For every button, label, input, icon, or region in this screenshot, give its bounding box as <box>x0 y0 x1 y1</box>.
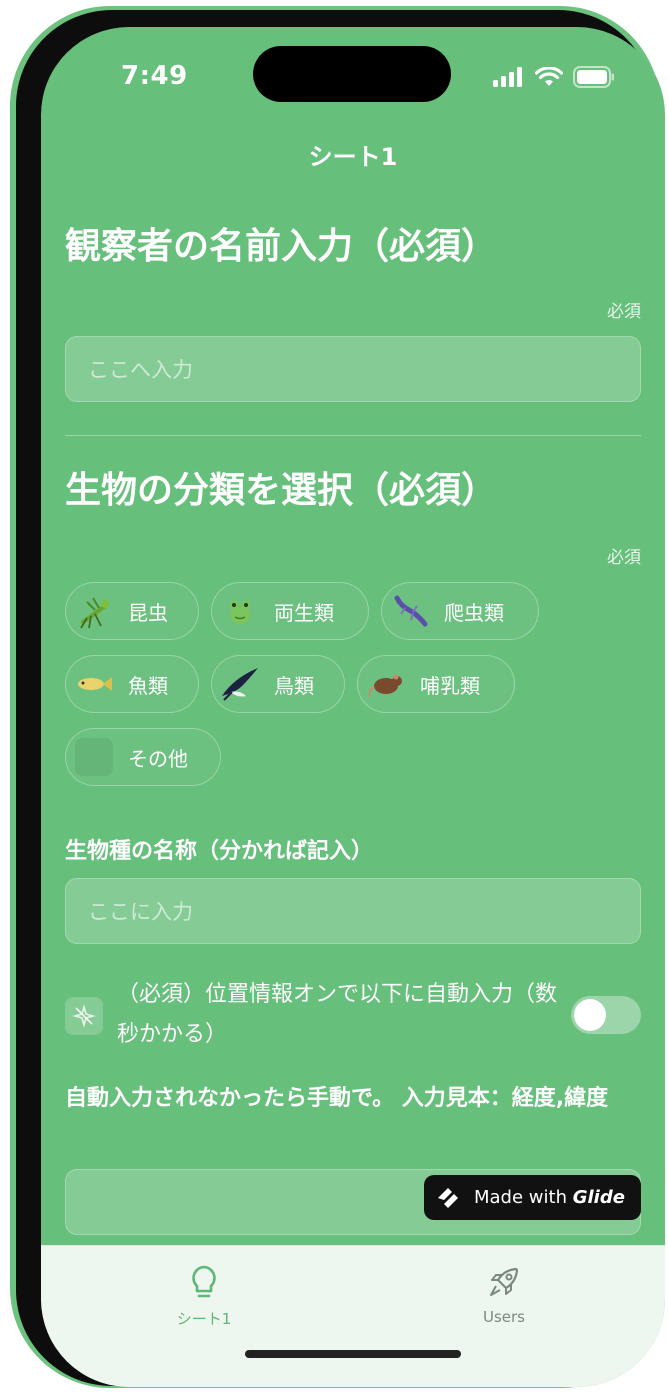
chip-label: 魚類 <box>128 673 168 698</box>
observer-required-label: 必須 <box>607 302 641 322</box>
dynamic-island <box>253 46 451 102</box>
tab-sheet1[interactable]: シート1 <box>129 1264 279 1329</box>
section-divider <box>65 435 641 436</box>
species-label: 生物種の名称（分かれば記入） <box>65 839 374 864</box>
glide-logo-icon <box>438 1187 458 1208</box>
status-icons <box>493 65 615 89</box>
frog-icon <box>220 591 260 631</box>
tab-label: シート1 <box>176 1310 232 1328</box>
category-required-label: 必須 <box>607 548 641 568</box>
chip-label: 爬虫類 <box>444 600 504 625</box>
category-chip-bird[interactable]: 鳥類 <box>211 655 345 713</box>
species-name-placeholder: ここに入力 <box>88 900 193 924</box>
chip-label: その他 <box>128 746 188 771</box>
location-off-icon <box>65 997 103 1035</box>
made-with-glide-badge[interactable]: Made with Glide <box>424 1175 641 1220</box>
category-heading: 生物の分類を選択（必須） <box>65 470 498 511</box>
tab-users[interactable]: Users <box>429 1264 579 1326</box>
rat-icon <box>366 664 406 704</box>
lightbulb-icon <box>192 1265 216 1298</box>
home-indicator <box>245 1350 461 1358</box>
swallow-icon <box>220 664 260 704</box>
chip-label: 両生類 <box>274 600 334 625</box>
location-toggle-label: （必須）位置情報オンで以下に自動入力（数秒かかる） <box>117 982 558 1047</box>
app-screen: 7:49 シート1 観察者の名前入力（必須） 必須 ここへ入力 生物の分類を選択… <box>41 27 665 1387</box>
chip-label: 哺乳類 <box>420 673 480 698</box>
tab-label: Users <box>482 1308 525 1326</box>
glide-brand: Glide <box>572 1187 625 1208</box>
mantis-icon <box>74 591 114 631</box>
blank-tile-icon <box>74 737 114 777</box>
species-name-input[interactable]: ここに入力 <box>65 878 641 944</box>
bottom-tab-bar: シート1 Users <box>41 1245 665 1387</box>
category-chip-fish[interactable]: 魚類 <box>65 655 199 713</box>
observer-name-placeholder: ここへ入力 <box>88 358 193 382</box>
glide-prefix: Made with <box>474 1187 573 1208</box>
signal-icon <box>493 67 522 87</box>
category-chip-mammal[interactable]: 哺乳類 <box>357 655 515 713</box>
chip-label: 鳥類 <box>274 673 314 698</box>
toggle-knob <box>574 999 606 1031</box>
category-chip-reptile[interactable]: 爬虫類 <box>381 582 539 640</box>
location-toggle-switch[interactable] <box>571 996 641 1034</box>
observer-name-heading: 観察者の名前入力（必須） <box>65 226 498 267</box>
status-time: 7:49 <box>121 61 188 91</box>
fish-icon <box>74 664 114 704</box>
category-chip-amphibian[interactable]: 両生類 <box>211 582 369 640</box>
battery-icon <box>573 66 614 88</box>
device-bezel: 7:49 シート1 観察者の名前入力（必須） 必須 ここへ入力 生物の分類を選択… <box>16 10 665 1387</box>
category-chip-other[interactable]: その他 <box>65 728 221 786</box>
observer-name-input[interactable]: ここへ入力 <box>65 336 641 402</box>
rocket-icon <box>490 1267 519 1296</box>
lizard-icon <box>390 591 430 631</box>
page-title: シート1 <box>308 143 398 171</box>
category-chip-insect[interactable]: 昆虫 <box>65 582 199 640</box>
chip-label: 昆虫 <box>128 600 168 625</box>
wifi-icon <box>535 67 563 86</box>
coordinates-label: 自動入力されなかったら手動で。 入力見本：経度,緯度 <box>65 1086 609 1111</box>
